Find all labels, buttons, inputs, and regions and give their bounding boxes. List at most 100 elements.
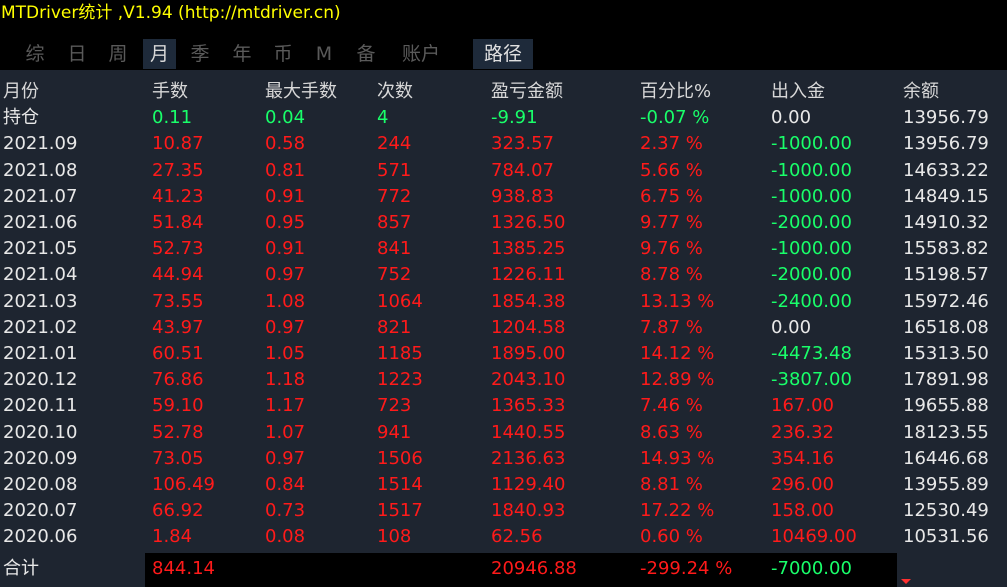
cell-deposit: -2000.00	[771, 212, 852, 233]
cell-count: 1064	[377, 290, 423, 312]
table-row[interactable]: 2021.08 27.35 0.81 571 784.07 5.66 % -1000.00 1…	[0, 158, 1007, 184]
cell-percent: 17.22 %	[640, 500, 715, 522]
cell-percent: 8.81 %	[640, 474, 703, 495]
cell-deposit: -4473.48	[771, 343, 852, 364]
cell-balance: 16518.08	[903, 316, 989, 338]
cell-max-lots: 0.04	[265, 107, 306, 129]
cell-profit: 1326.50	[491, 212, 566, 233]
cell-deposit: -3807.00	[771, 369, 852, 391]
table-row[interactable]: 2020.11 59.10 1.17 723 1365.33 7.46 % 167.00 19…	[0, 393, 1007, 419]
header-deposit[interactable]: 出入金	[771, 79, 825, 105]
cell-deposit: 167.00	[771, 395, 834, 417]
cell-month: 2021.06	[3, 212, 78, 233]
cell-lots: 59.10	[152, 395, 204, 417]
cell-profit: 1840.93	[491, 500, 566, 522]
tab-currency[interactable]: 币	[268, 39, 298, 69]
cell-lots: 1.84	[152, 526, 193, 548]
table-row[interactable]: 2021.06 51.84 0.95 857 1326.50 9.77 % -2000.00…	[0, 210, 1007, 236]
table-row[interactable]: 2020.08 106.49 0.84 1514 1129.40 8.81 % 296.00…	[0, 472, 1007, 498]
cell-deposit: 236.32	[771, 421, 834, 443]
cell-percent: 9.77 %	[640, 212, 703, 233]
cell-balance: 15313.50	[903, 343, 989, 364]
cell-max-lots: 1.17	[265, 395, 306, 417]
table-row[interactable]: 2020.09 73.05 0.97 1506 2136.63 14.93 % 354.16…	[0, 446, 1007, 472]
table-row[interactable]: 2021.02 43.97 0.97 821 1204.58 7.87 % 0.00 1651…	[0, 315, 1007, 341]
resize-grip-icon[interactable]	[901, 579, 911, 585]
cell-lots: 106.49	[152, 474, 215, 495]
cell-percent: -0.07 %	[640, 107, 710, 129]
tab-day[interactable]: 日	[62, 39, 92, 69]
header-percent[interactable]: 百分比%	[640, 79, 711, 105]
cell-count: 4	[377, 107, 389, 129]
header-max-lots[interactable]: 最大手数	[265, 79, 337, 105]
cell-count: 108	[377, 526, 412, 548]
cell-month: 2021.03	[3, 290, 78, 312]
cell-max-lots: 0.73	[265, 500, 306, 522]
table-row[interactable]: 2020.12 76.86 1.18 1223 2043.10 12.89 % -3807.…	[0, 367, 1007, 393]
totals-row: 合计 844.14 20946.88 -299.24 % -7000.00	[0, 553, 1007, 587]
cell-count: 1506	[377, 447, 423, 469]
cell-max-lots: 0.91	[265, 238, 306, 260]
cell-count: 841	[377, 238, 412, 260]
header-profit[interactable]: 盈亏金额	[491, 79, 563, 105]
cell-month: 2021.02	[3, 316, 78, 338]
table-row[interactable]: 2020.06 1.84 0.08 108 62.56 0.60 % 10469.00 105…	[0, 524, 1007, 550]
table-row[interactable]: 2021.07 41.23 0.91 772 938.83 6.75 % -1000.00 1…	[0, 184, 1007, 210]
table-row[interactable]: 2021.09 10.87 0.58 244 323.57 2.37 % -1000.00 1…	[0, 131, 1007, 157]
tab-week[interactable]: 周	[103, 39, 133, 69]
cell-lots: 73.55	[152, 290, 204, 312]
cell-max-lots: 0.95	[265, 212, 306, 233]
tab-summary[interactable]: 综	[20, 39, 50, 69]
header-lots[interactable]: 手数	[152, 79, 188, 105]
cell-percent: 9.76 %	[640, 238, 703, 260]
table-row[interactable]: 持仓 0.11 0.04 4 -9.91 -0.07 % 0.00 13956.79	[0, 105, 1007, 131]
tab-notes[interactable]: 备	[351, 39, 381, 69]
cell-profit: 784.07	[491, 159, 554, 181]
cell-lots: 76.86	[152, 369, 204, 391]
table-row[interactable]: 2021.05 52.73 0.91 841 1385.25 9.76 % -1000.00…	[0, 236, 1007, 262]
cell-deposit: 0.00	[771, 107, 812, 129]
header-count[interactable]: 次数	[377, 79, 413, 105]
cell-profit: 1385.25	[491, 238, 566, 260]
cell-balance: 15583.82	[903, 238, 989, 260]
tab-year[interactable]: 年	[227, 39, 257, 69]
header-balance[interactable]: 余额	[903, 79, 939, 105]
path-button[interactable]: 路径	[473, 39, 533, 69]
tab-m[interactable]: M	[309, 39, 339, 69]
tab-quarter[interactable]: 季	[185, 39, 215, 69]
cell-balance: 12530.49	[903, 500, 989, 522]
tab-bar: 综 日 周 月 季 年 币 M 备 账户 路径	[0, 36, 1007, 70]
cell-profit: 323.57	[491, 133, 554, 155]
cell-count: 1514	[377, 474, 423, 495]
cell-balance: 19655.88	[903, 395, 989, 417]
cell-lots: 66.92	[152, 500, 204, 522]
cell-lots: 10.87	[152, 133, 204, 155]
cell-month: 2021.08	[3, 159, 78, 181]
cell-balance: 15198.57	[903, 264, 989, 286]
cell-month: 2020.11	[3, 395, 78, 417]
stats-table: 月份 手数 最大手数 次数 盈亏金额 百分比% 出入金 余额 持仓 0.11 0.04 4 -9.91 -…	[0, 70, 1007, 553]
tab-account[interactable]: 账户	[395, 39, 447, 69]
table-row[interactable]: 2020.10 52.78 1.07 941 1440.55 8.63 % 236.32 18…	[0, 420, 1007, 446]
table-row[interactable]: 2020.07 66.92 0.73 1517 1840.93 17.22 % 158.00…	[0, 498, 1007, 524]
cell-count: 571	[377, 159, 412, 181]
cell-deposit: -2400.00	[771, 290, 852, 312]
cell-balance: 14633.22	[903, 159, 989, 181]
totals-profit: 20946.88	[491, 558, 577, 579]
tab-month[interactable]: 月	[143, 39, 176, 69]
cell-percent: 7.46 %	[640, 395, 703, 417]
cell-balance: 10531.56	[903, 526, 989, 548]
table-row[interactable]: 2021.04 44.94 0.97 752 1226.11 8.78 % -2000.00…	[0, 262, 1007, 288]
cell-max-lots: 0.84	[265, 474, 306, 495]
table-row[interactable]: 2021.03 73.55 1.08 1064 1854.38 13.13 % -2400.…	[0, 289, 1007, 315]
cell-balance: 16446.68	[903, 447, 989, 469]
cell-month: 2020.12	[3, 369, 78, 391]
table-header: 月份 手数 最大手数 次数 盈亏金额 百分比% 出入金 余额	[0, 79, 1007, 105]
header-month[interactable]: 月份	[3, 79, 39, 105]
cell-deposit: -1000.00	[771, 159, 852, 181]
cell-balance: 18123.55	[903, 421, 989, 443]
cell-profit: -9.91	[491, 107, 538, 129]
cell-lots: 43.97	[152, 316, 204, 338]
cell-balance: 13956.79	[903, 133, 989, 155]
table-row[interactable]: 2021.01 60.51 1.05 1185 1895.00 14.12 % -4473.…	[0, 341, 1007, 367]
